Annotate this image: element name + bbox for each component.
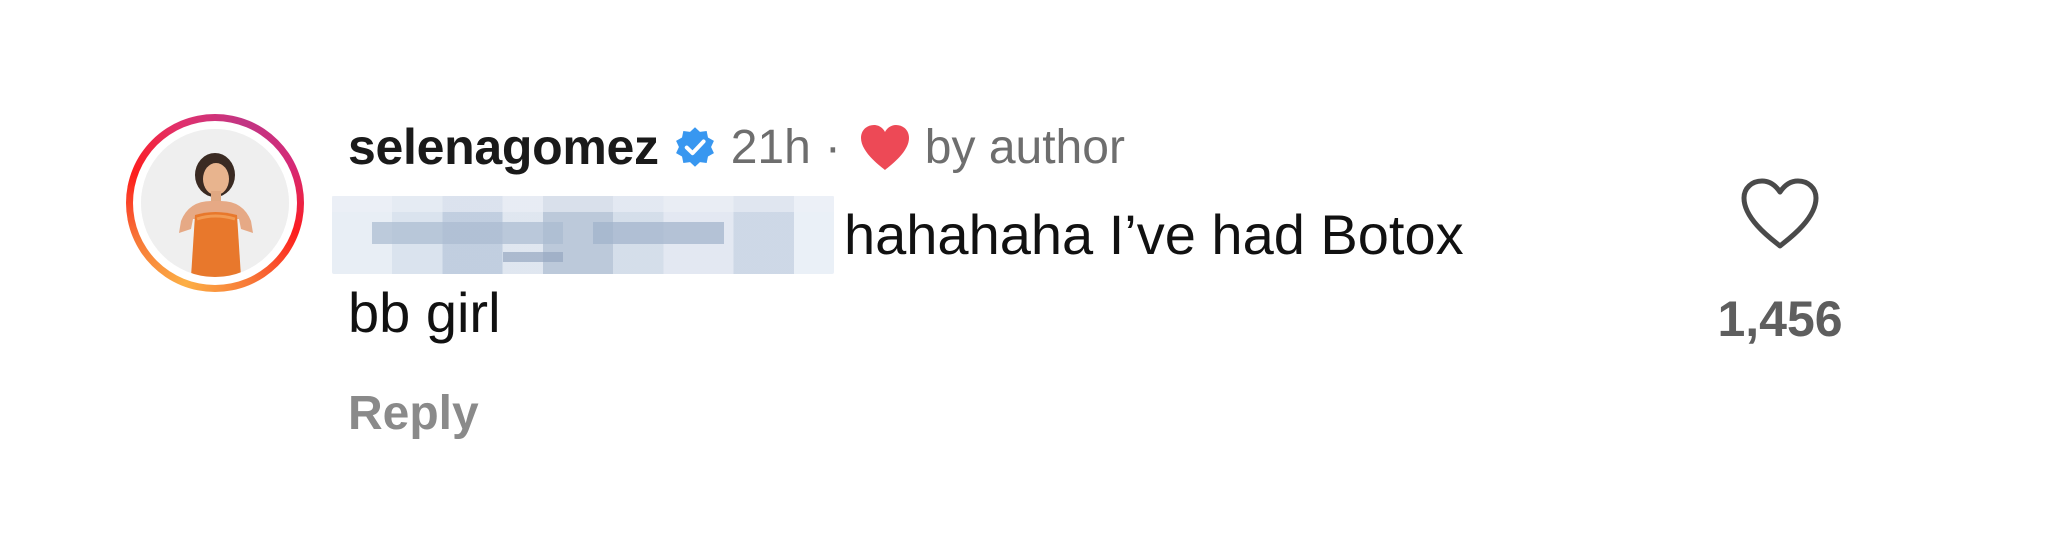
comment-text-line2: bb girl	[348, 281, 501, 344]
comment-text-line1: hahahaha I’ve had Botox	[844, 203, 1464, 266]
liked-by-author-label: by author	[924, 120, 1125, 174]
like-count: 1,456	[1717, 291, 1843, 347]
comment-header: selenagomez 21h · by author	[348, 112, 1125, 182]
heart-filled-icon	[857, 122, 913, 172]
verified-badge-icon	[673, 125, 717, 169]
like-button[interactable]	[1738, 176, 1822, 252]
avatar-story-ring[interactable]	[126, 114, 304, 292]
avatar[interactable]	[141, 129, 289, 277]
comment-text: hahahaha I’ve had Botox bb girl	[348, 196, 1588, 352]
username-link[interactable]: selenagomez	[348, 118, 659, 176]
comment-item: selenagomez 21h · by author hahahaha I’v…	[0, 0, 2048, 540]
comment-timestamp[interactable]: 21h	[731, 120, 811, 175]
reply-button[interactable]: Reply	[348, 386, 479, 441]
separator-dot: ·	[824, 120, 841, 174]
heart-outline-icon	[1741, 178, 1819, 249]
avatar-image	[141, 129, 289, 277]
